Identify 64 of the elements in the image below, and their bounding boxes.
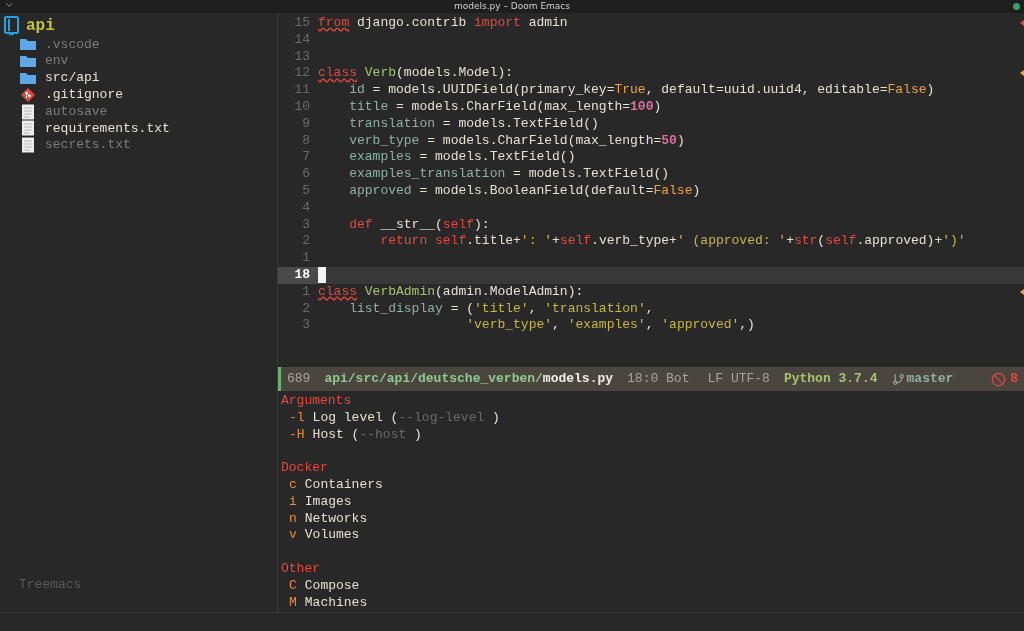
menu-item[interactable]: C Compose [281,577,1024,595]
line-number: 4 [301,199,311,217]
menu-item[interactable]: v Volumes [281,527,1024,545]
encoding: LF UTF-8 [707,370,770,389]
code-line: class VerbAdmin(admin.ModelAdmin): [318,283,584,301]
line-number: 14 [293,31,311,49]
line-number: 5 [301,182,311,200]
code-line: list_display = ('title', 'translation', [348,300,654,318]
section-heading: Other [281,560,321,578]
menu-item[interactable]: -l Log level (--log-level ) [281,409,1024,427]
window-title: models.py – Doom Emacs [454,0,570,13]
menu-item[interactable]: n Networks [281,510,1024,528]
line-number: 18 [278,266,318,284]
branch-name: master [906,370,954,389]
line-number: 9 [301,115,311,133]
folder-icon [19,54,37,69]
error-icon [991,371,1007,387]
section-heading: Docker [281,460,329,477]
code-line: id = models.UUIDField(primary_key=True, default=uuid.uuid4, editable=False) [348,82,935,99]
menu-item[interactable]: M Machines [281,594,1024,612]
code-line: translation = models.TextField() [348,115,599,133]
code-line: examples_translation = models.TextField() [348,166,670,183]
line-number: 10 [293,99,311,116]
code-line: verb_type = models.CharField(max_length=50) [348,132,685,150]
file-path: api/src/api/deutsche_verben/models.py [324,370,614,389]
code-line: class Verb(models.Model): [318,65,514,83]
line-number: 11 [293,82,311,99]
line-number: 1 [301,250,311,267]
cursor-position: 18:0 Bot [627,370,690,389]
line-number: 6 [301,166,311,183]
line-number: 7 [301,149,311,167]
code-line: def __str__(self): [348,216,490,234]
line-number: 2 [301,233,311,251]
tree-item[interactable]: src/api [45,68,100,88]
line-number: 3 [301,317,311,335]
code-line: examples = models.TextField() [348,149,576,167]
document-icon [21,137,35,154]
line-number: 15 [293,15,311,32]
menu-item[interactable]: c Containers [281,477,1024,494]
document-icon [21,120,35,137]
code-line: 'verb_type', 'examples', 'approved',) [465,317,755,335]
menu-item[interactable]: i Images [281,493,1024,511]
menu-item[interactable]: -H Host (--host ) [281,426,1024,444]
major-mode: Python 3.7.4 [783,370,878,389]
line-number: 8 [301,132,311,150]
section-heading: Arguments [281,393,353,410]
buffer-size: 689 [287,370,311,389]
code-line: approved = models.BooleanField(default=False) [348,182,701,200]
line-number: 3 [301,216,311,234]
chevron-icon[interactable] [4,0,14,10]
branch-icon [891,372,905,386]
code-line: return self.title+': '+self.verb_type+' (approved: '+str(self.approved)+')' [379,233,966,251]
line-number: 12 [293,65,311,83]
folder-icon [19,37,37,52]
document-icon [21,103,35,120]
line-number: 2 [301,300,311,318]
error-count: 8 [1010,370,1018,389]
cursor [318,266,326,283]
line-number: 13 [293,48,311,66]
folder-icon [19,71,37,85]
line-number: 1 [301,283,311,301]
code-line: title = models.CharField(max_length=100) [348,99,662,116]
book-icon [4,16,20,36]
code-line: from django.contrib import admin [318,15,568,32]
